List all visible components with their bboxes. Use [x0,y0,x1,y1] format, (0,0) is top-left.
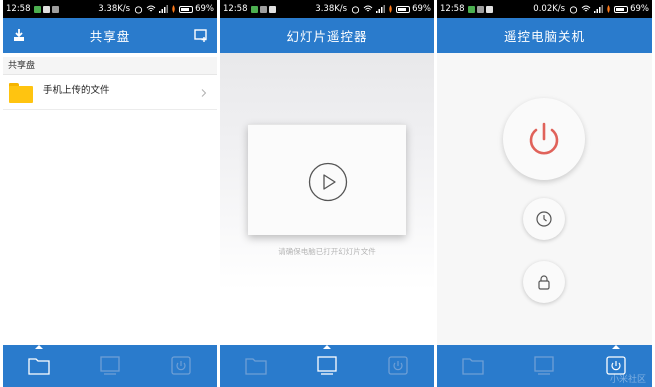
slideshow-remote-screen: 12:58 3.38K/s 69% 幻灯片遥控器 请确保电脑已打开幻灯片文件 [220,0,434,387]
alarm-icon [351,5,360,14]
slideshow-icon [317,356,337,375]
folder-name: 手机上传的文件 [43,84,110,96]
app-bar: 共享盘 [3,18,217,53]
notification-icon [250,5,258,13]
status-time: 12:58 [440,4,465,14]
battery-icon [179,5,194,13]
page-title: 幻灯片遥控器 [286,29,368,44]
tab-shared-drive[interactable] [244,354,268,378]
breadcrumb[interactable]: 共享盘 [3,57,217,75]
alarm-icon [569,5,578,14]
chevron-right-icon [201,88,207,97]
signal-icon [159,5,169,13]
tab-slideshow[interactable] [98,354,122,378]
battery-percent: 69% [195,4,214,14]
slide-preview-card [248,124,406,235]
flame-icon [172,5,175,13]
folder-item[interactable]: 手机上传的文件 [3,76,217,110]
scheduled-shutdown-button[interactable] [523,198,565,240]
bottom-tab-bar: 小米社区 [437,345,652,387]
active-tab-indicator [612,345,621,349]
clock-icon [536,211,552,227]
tab-slideshow[interactable] [532,354,556,378]
battery-icon [396,5,411,13]
network-speed: 0.02K/s [533,4,566,14]
active-tab-indicator [322,345,331,349]
slideshow-icon [534,356,555,375]
app-bar: 遥控电脑关机 [437,18,652,53]
power-icon [388,356,408,375]
status-bar: 12:58 3.38K/s 69% [3,0,217,18]
status-time: 12:58 [223,4,248,14]
page-title: 遥控电脑关机 [503,29,585,44]
folder-icon [462,358,484,375]
folder-icon [9,82,33,103]
tab-power[interactable] [386,354,410,378]
network-speed: 3.38K/s [315,4,348,14]
battery-percent: 69% [630,4,649,14]
tab-shared-drive[interactable] [461,354,485,378]
power-icon [171,356,191,375]
notification-icon [259,5,267,13]
network-speed: 3.38K/s [98,4,131,14]
folder-icon [245,358,267,375]
signal-icon [594,5,604,13]
flame-icon [389,5,392,13]
flame-icon [607,5,610,13]
slideshow-icon [100,356,120,375]
status-time: 12:58 [6,4,31,14]
signal-icon [376,5,386,13]
bottom-tab-bar [220,345,434,387]
hint-text: 请确保电脑已打开幻灯片文件 [278,247,376,256]
status-bar: 12:58 3.38K/s 69% [220,0,434,18]
notification-icon [42,5,50,13]
notification-icon [476,5,484,13]
new-folder-icon[interactable] [193,27,209,43]
wifi-icon [146,5,156,12]
tab-slideshow[interactable] [315,345,339,378]
watermark: 小米社区 [609,375,646,385]
tab-shared-drive[interactable] [27,345,51,378]
wifi-icon [581,5,591,12]
lock-icon [538,275,550,290]
alarm-icon [134,5,143,14]
notification-icon [51,5,59,13]
app-bar: 幻灯片遥控器 [220,18,434,53]
battery-percent: 69% [412,4,431,14]
folder-icon [28,358,50,375]
wifi-icon [363,5,373,12]
play-icon[interactable] [308,162,348,202]
upload-icon[interactable] [11,27,27,43]
shared-drive-screen: 12:58 3.38K/s 69% 共享盘 共享盘 手机上传的文件 [3,0,217,387]
tab-power[interactable] [169,354,193,378]
active-tab-indicator [34,345,43,349]
bottom-tab-bar [3,345,217,387]
shutdown-button[interactable] [503,98,585,180]
battery-icon [614,5,629,13]
lock-screen-button[interactable] [523,261,565,303]
notification-icon [485,5,493,13]
remote-shutdown-screen: 12:58 0.02K/s 69% 遥控电脑关机 小米社区 [437,0,652,387]
page-title: 共享盘 [89,29,131,44]
status-bar: 12:58 0.02K/s 69% [437,0,652,18]
notification-icon [33,5,41,13]
notification-icon [467,5,475,13]
notification-icon [268,5,276,13]
power-icon [529,122,559,155]
